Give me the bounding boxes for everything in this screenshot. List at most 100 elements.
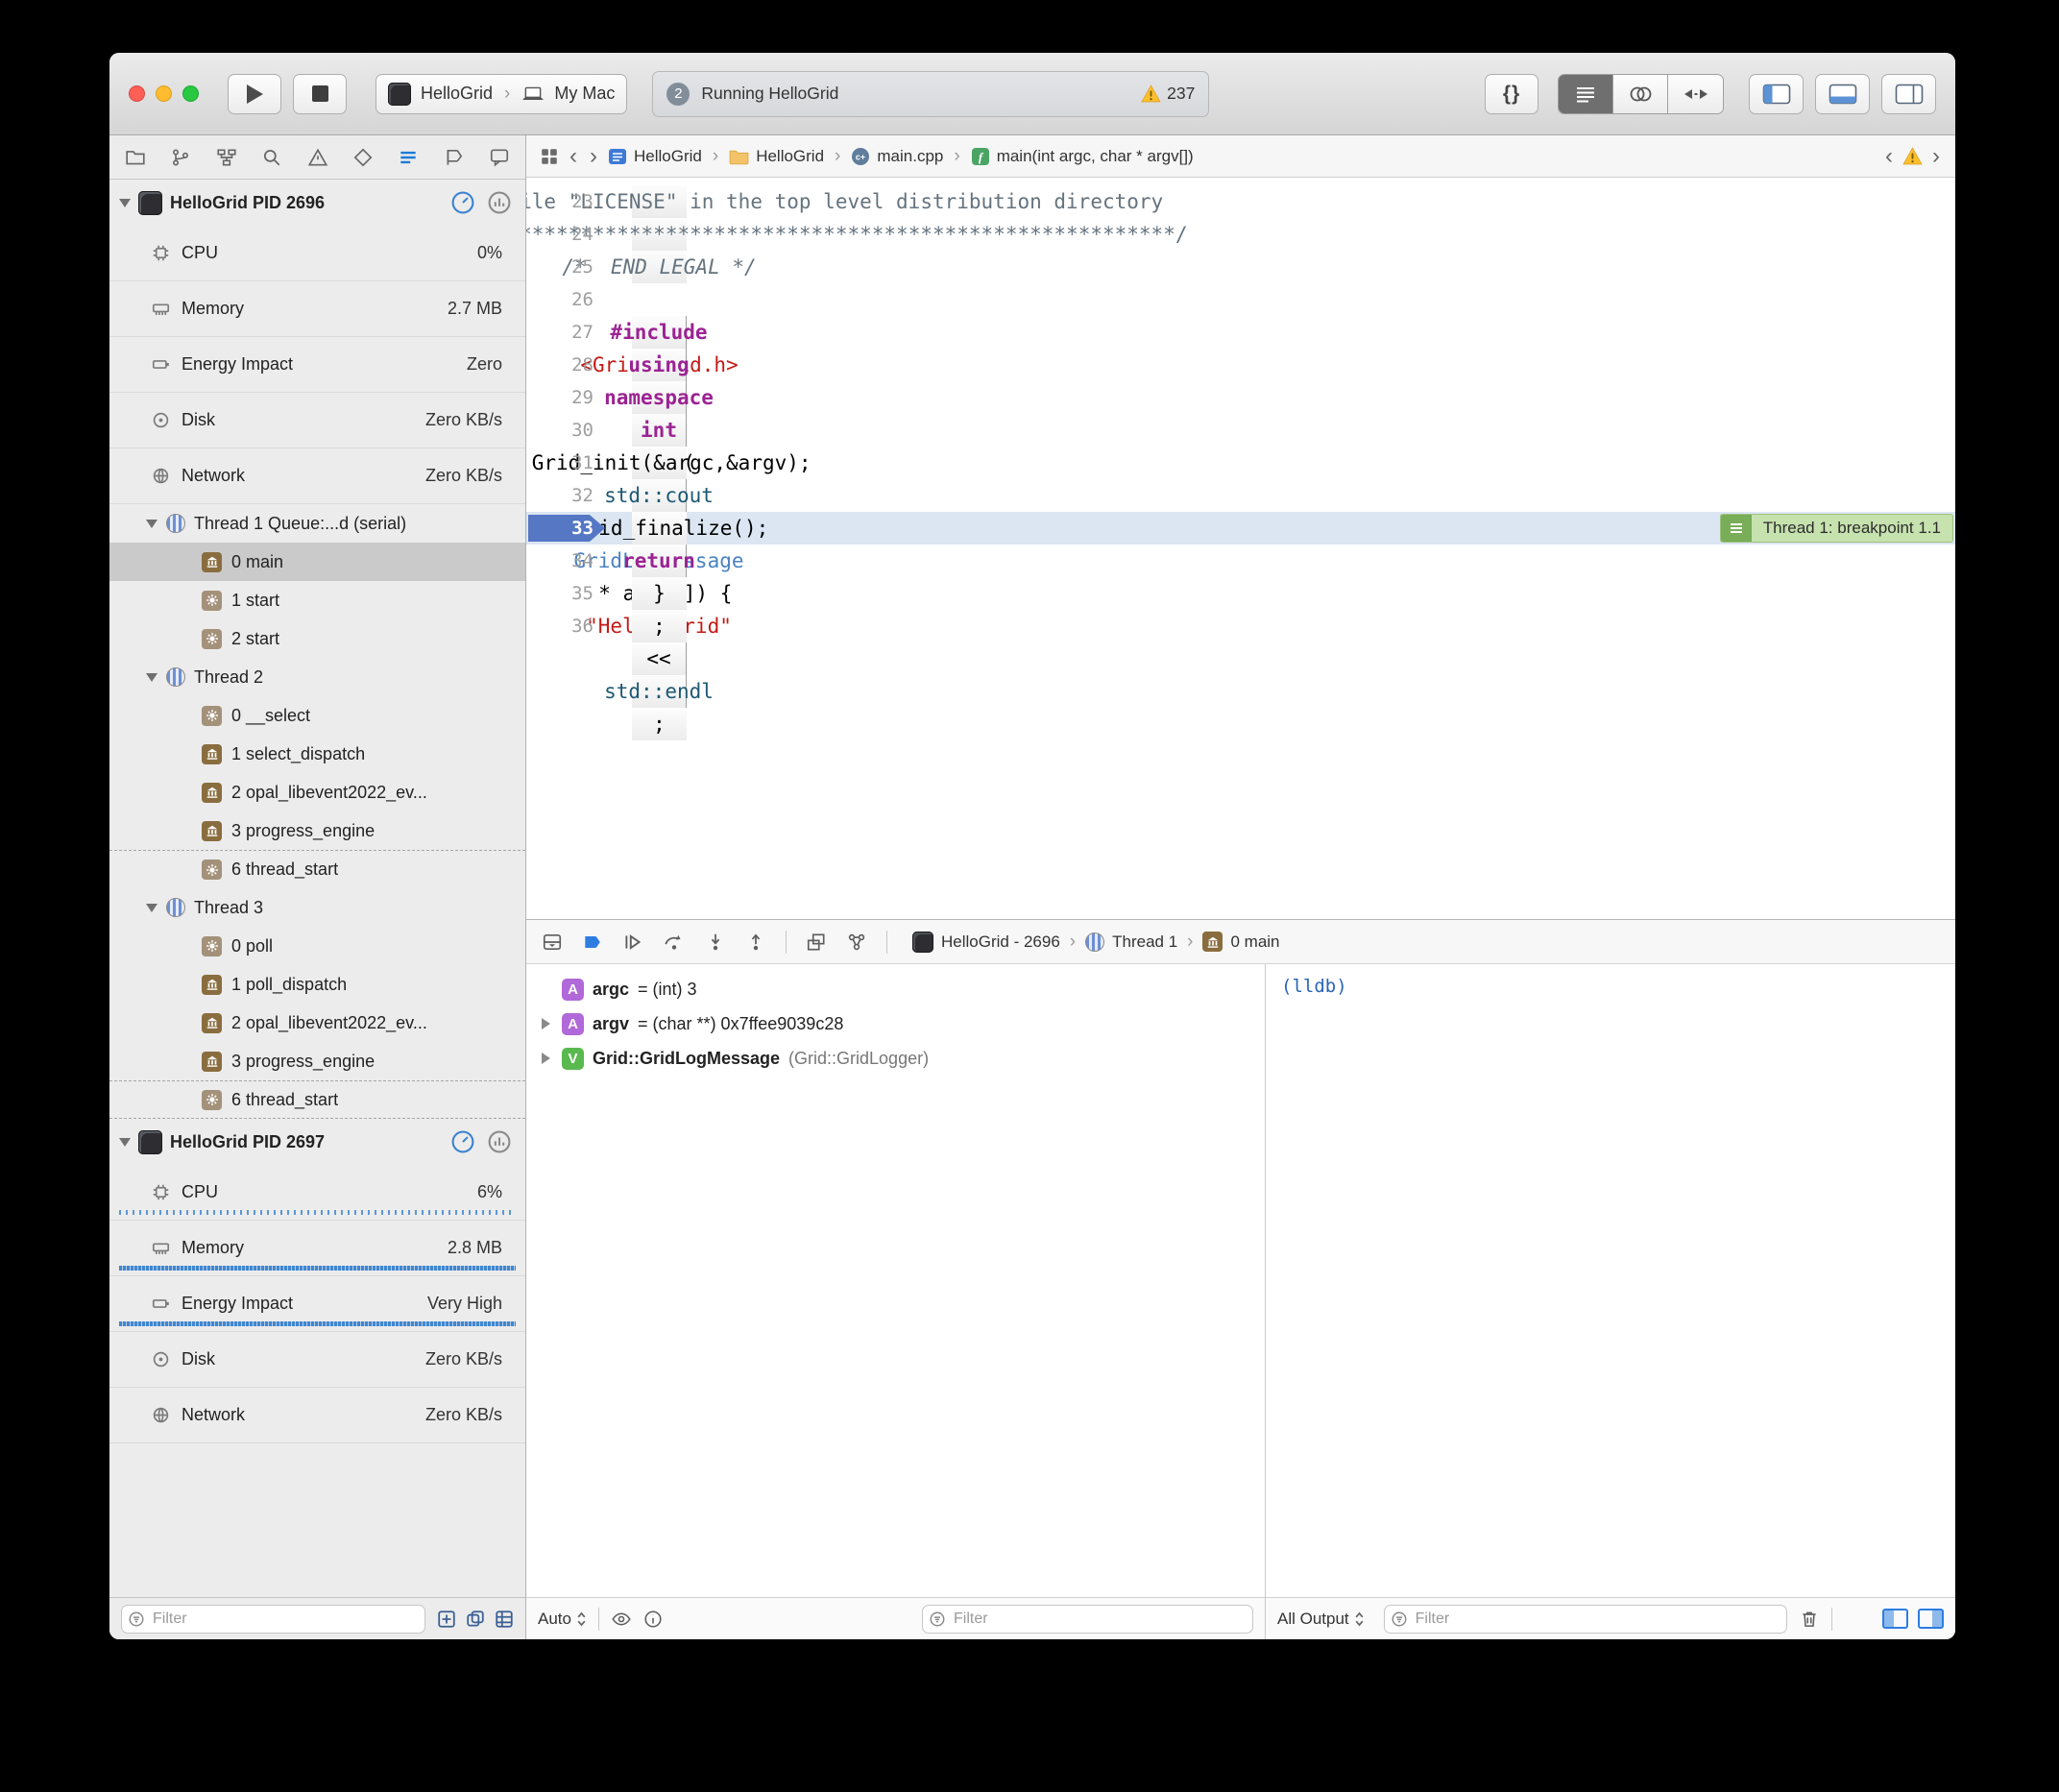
debug-breadcrumb-frame[interactable]: 0 main [1230, 932, 1279, 952]
next-issue-button[interactable]: › [1930, 145, 1942, 168]
variable-row[interactable]: A argv = (char **) 0x7ffee9039c28 [526, 1006, 1265, 1041]
stack-frame-row[interactable]: 3 progress_engine [109, 1042, 525, 1080]
stack-frame-row[interactable]: 3 progress_engine [109, 811, 525, 850]
view-mode-icon[interactable] [495, 1610, 514, 1629]
code-line[interactable]: 28 using namespace Grid; [526, 349, 1955, 381]
breadcrumb-file[interactable]: c+ main.cpp [851, 147, 943, 166]
step-over-button[interactable] [663, 932, 686, 953]
warning-count[interactable]: 237 [1141, 84, 1195, 104]
navigator-filter-input[interactable] [121, 1605, 425, 1634]
code-line[interactable]: 34 return 0; [526, 545, 1955, 577]
zoom-window-button[interactable] [182, 85, 199, 102]
line-number[interactable]: 31 [526, 447, 607, 479]
toggle-inspectors-button[interactable] [1881, 74, 1936, 114]
project-navigator-icon[interactable] [125, 147, 146, 168]
disclosure-triangle[interactable] [119, 199, 131, 207]
clear-console-button[interactable] [1799, 1609, 1820, 1630]
stop-button[interactable] [293, 74, 347, 114]
stack-frame-row[interactable]: 1 poll_dispatch [109, 965, 525, 1004]
gauge-row-cpu[interactable]: CPU 0% [109, 226, 525, 281]
gauge-row-energy-impact[interactable]: Energy Impact Zero [109, 337, 525, 393]
line-number[interactable]: 30 [526, 414, 607, 447]
console-output-popup[interactable]: All Output [1277, 1610, 1365, 1629]
breakpoints-navigator-icon[interactable] [444, 147, 465, 168]
disclosure-triangle[interactable] [538, 1053, 553, 1064]
assistant-editor-button[interactable] [1613, 75, 1668, 113]
thread-row[interactable]: Thread 1 Queue:...d (serial) [109, 504, 525, 543]
quicklook-icon[interactable] [611, 1610, 632, 1629]
cpu-gauge-icon[interactable] [450, 1129, 475, 1154]
code-line[interactable]: 23 See the full license in the file "LIC… [526, 185, 1955, 218]
breadcrumb-project[interactable]: HelloGrid [608, 147, 702, 166]
disclosure-triangle[interactable] [146, 904, 157, 912]
related-items-icon[interactable] [540, 147, 559, 166]
continue-button[interactable] [622, 932, 643, 953]
minimize-window-button[interactable] [156, 85, 172, 102]
gauge-row-energy-impact[interactable]: Energy Impact Very High [109, 1276, 525, 1332]
stack-frame-row[interactable]: 0 __select [109, 696, 525, 735]
close-window-button[interactable] [129, 85, 145, 102]
reports-navigator-icon[interactable] [489, 147, 510, 168]
variables-scope-popup[interactable]: Auto [538, 1610, 587, 1629]
code-line[interactable]: 32 std::cout << GridLogMessage << "Hello… [526, 479, 1955, 512]
gauge-row-disk[interactable]: Disk Zero KB/s [109, 1332, 525, 1388]
filter-running-threads-icon[interactable] [466, 1610, 485, 1629]
issues-navigator-icon[interactable] [307, 147, 328, 168]
step-out-button[interactable] [745, 932, 766, 953]
debug-breadcrumb-thread[interactable]: Thread 1 [1112, 932, 1177, 952]
stack-frame-row[interactable]: 6 thread_start [109, 1080, 525, 1119]
filter-debug-symbols-icon[interactable] [437, 1610, 456, 1629]
line-number[interactable]: 28 [526, 349, 607, 381]
go-back-button[interactable]: ‹ [568, 145, 579, 168]
warning-icon[interactable] [1902, 147, 1923, 165]
memory-gauge-icon[interactable] [487, 190, 512, 215]
breakpoint-annotation[interactable]: Thread 1: breakpoint 1.1 [1720, 514, 1953, 543]
breadcrumb-group[interactable]: HelloGrid [729, 147, 824, 166]
line-number[interactable]: 27 [526, 316, 607, 349]
line-number[interactable]: 34 [526, 545, 607, 577]
process-row[interactable]: HelloGrid PID 2697 [109, 1119, 525, 1165]
process-row[interactable]: HelloGrid PID 2696 [109, 180, 525, 226]
scheme-selector[interactable]: HelloGrid My Mac [375, 74, 627, 114]
line-number[interactable]: 25 [526, 251, 607, 283]
gauge-row-cpu[interactable]: CPU 6% [109, 1165, 525, 1221]
stack-frame-row[interactable]: 6 thread_start [109, 850, 525, 888]
stack-frame-row[interactable]: 0 main [109, 543, 525, 581]
gauge-row-memory[interactable]: Memory 2.7 MB [109, 281, 525, 337]
stack-frame-row[interactable]: 1 start [109, 581, 525, 619]
info-icon[interactable] [643, 1610, 663, 1629]
gauge-row-memory[interactable]: Memory 2.8 MB [109, 1221, 525, 1276]
symbol-navigator-icon[interactable] [216, 147, 237, 168]
source-editor[interactable]: 23 See the full license in the file "LIC… [526, 178, 1955, 919]
disclosure-triangle[interactable] [119, 1138, 131, 1147]
standard-editor-button[interactable] [1559, 75, 1613, 113]
search-navigator-icon[interactable] [261, 147, 282, 168]
code-line[interactable]: 24 *************************************… [526, 218, 1955, 251]
toggle-navigator-button[interactable] [1749, 74, 1804, 114]
stack-frame-row[interactable]: 1 select_dispatch [109, 735, 525, 773]
code-line[interactable]: 27 #include <Grid/Grid.h> [526, 316, 1955, 349]
code-line[interactable]: 31 Grid_init(&argc,&argv); [526, 447, 1955, 479]
thread-row[interactable]: Thread 3 [109, 888, 525, 927]
debug-breadcrumb-process[interactable]: HelloGrid - 2696 [941, 932, 1060, 952]
debug-navigator-icon[interactable] [398, 147, 419, 168]
code-line[interactable]: 25 /* END LEGAL */ [526, 251, 1955, 283]
disclosure-triangle[interactable] [538, 1018, 553, 1029]
activity-viewer[interactable]: 2 Running HelloGrid 237 [652, 71, 1209, 117]
gauge-row-disk[interactable]: Disk Zero KB/s [109, 393, 525, 448]
line-number[interactable]: 23 [526, 185, 607, 218]
stack-frame-row[interactable]: 2 opal_libevent2022_ev... [109, 1004, 525, 1042]
source-control-icon[interactable] [170, 147, 191, 168]
stack-frame-row[interactable]: 2 start [109, 619, 525, 658]
show-console-toggle[interactable] [1918, 1609, 1944, 1629]
gauge-row-network[interactable]: Network Zero KB/s [109, 1388, 525, 1443]
variables-filter-input[interactable] [922, 1605, 1253, 1634]
stack-frame-row[interactable]: 2 opal_libevent2022_ev... [109, 773, 525, 811]
disclosure-triangle[interactable] [146, 673, 157, 682]
variable-row[interactable]: A argc = (int) 3 [526, 972, 1265, 1006]
console-output[interactable]: (lldb) [1266, 964, 1955, 1597]
console-filter-input[interactable] [1384, 1605, 1787, 1634]
breadcrumb-symbol[interactable]: f main(int argc, char * argv[]) [971, 147, 1194, 166]
line-number[interactable]: 24 [526, 218, 607, 251]
code-line[interactable]: 29 [526, 381, 1955, 414]
